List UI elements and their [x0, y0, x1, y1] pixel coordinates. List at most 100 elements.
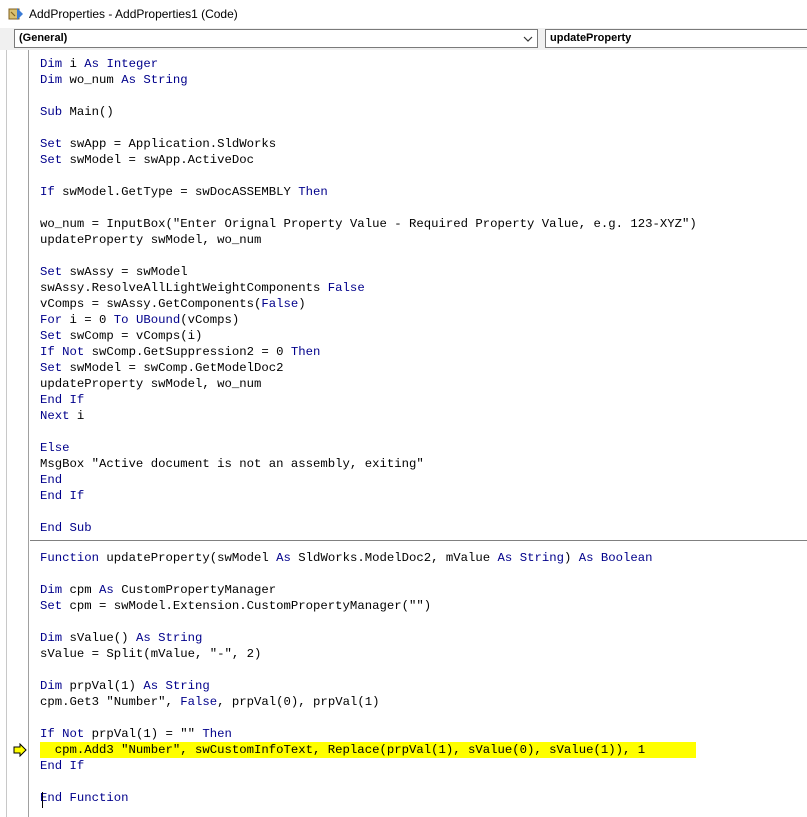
code-line[interactable]: Dim cpm As CustomPropertyManager — [40, 582, 276, 598]
code-line[interactable]: If swModel.GetType = swDocASSEMBLY Then — [40, 184, 328, 200]
code-keyword: Set — [40, 329, 63, 343]
code-keyword: End — [40, 791, 63, 805]
code-text: sValue = Split(mValue, "-", 2) — [40, 647, 262, 661]
execution-point-arrow-icon — [13, 743, 27, 757]
code-line[interactable]: Dim i As Integer — [40, 56, 158, 72]
code-line[interactable]: End If — [40, 488, 84, 504]
code-line[interactable]: updateProperty swModel, wo_num — [40, 376, 261, 392]
code-text: vComps = swAssy.GetComponents( — [40, 297, 262, 311]
code-keyword: Dim — [40, 679, 63, 693]
vba-project-icon — [8, 6, 24, 22]
code-keyword: As — [497, 551, 513, 565]
code-line[interactable]: vComps = swAssy.GetComponents(False) — [40, 296, 306, 312]
code-line[interactable]: End — [40, 472, 62, 488]
code-line[interactable]: If Not prpVal(1) = "" Then — [40, 726, 232, 742]
code-line[interactable]: Set swModel = swComp.GetModelDoc2 — [40, 360, 284, 376]
code-text: SldWorks.ModelDoc2, mValue — [290, 551, 498, 565]
gutter-divider — [6, 50, 7, 817]
code-keyword: As — [578, 551, 594, 565]
code-keyword: String — [158, 631, 203, 645]
code-keyword: To — [113, 313, 129, 327]
window-title: AddProperties - AddProperties1 (Code) — [29, 7, 238, 21]
code-keyword: Sub — [69, 521, 92, 535]
code-keyword: String — [143, 73, 188, 87]
object-dropdown-value: (General) — [19, 32, 68, 44]
code-line[interactable]: Next i — [40, 408, 84, 424]
code-line[interactable]: updateProperty swModel, wo_num — [40, 232, 261, 248]
code-pane[interactable]: Dim i As Integer Dim wo_num As String Sub … — [30, 50, 807, 817]
code-line[interactable]: Set swModel = swApp.ActiveDoc — [40, 152, 254, 168]
code-keyword: Not — [62, 345, 85, 359]
code-text: sValue() — [62, 631, 136, 645]
code-line[interactable]: Else — [40, 440, 70, 456]
code-line[interactable]: Set swAssy = swModel — [40, 264, 188, 280]
code-keyword: Function — [40, 551, 100, 565]
code-keyword: If — [69, 489, 85, 503]
caret — [42, 792, 43, 808]
code-window-toolbar: (General) updateProperty — [0, 28, 807, 50]
code-line[interactable]: sValue = Split(mValue, "-", 2) — [40, 646, 261, 662]
code-text: swComp = vComps(i) — [62, 329, 203, 343]
code-line[interactable]: Set cpm = swModel.Extension.CustomProper… — [40, 598, 431, 614]
code-line[interactable]: End Function — [40, 790, 129, 806]
code-keyword: As — [143, 679, 159, 693]
code-text: wo_num = InputBox("Enter Orignal Propert… — [40, 217, 697, 231]
code-text: ) — [563, 551, 579, 565]
code-text: , prpVal(0), prpVal(1) — [217, 695, 380, 709]
code-keyword: Then — [290, 345, 321, 359]
code-text: i — [62, 57, 85, 71]
code-line[interactable]: Set swComp = vComps(i) — [40, 328, 202, 344]
code-text: Main() — [62, 105, 114, 119]
code-line[interactable]: If Not swComp.GetSuppression2 = 0 Then — [40, 344, 320, 360]
code-text: swApp = Application.SldWorks — [62, 137, 277, 151]
code-keyword: Dim — [40, 57, 63, 71]
code-keyword: UBound — [135, 313, 181, 327]
code-line[interactable]: Function updateProperty(swModel As SldWo… — [40, 550, 653, 566]
code-keyword: End — [40, 759, 63, 773]
code-text: ) — [298, 297, 306, 311]
code-text: cpm — [62, 583, 100, 597]
code-line[interactable]: Sub Main() — [40, 104, 114, 120]
procedure-dropdown[interactable]: updateProperty — [545, 29, 807, 48]
code-keyword: Dim — [40, 631, 63, 645]
code-line[interactable]: End If — [40, 758, 84, 774]
code-line[interactable]: wo_num = InputBox("Enter Orignal Propert… — [40, 216, 697, 232]
code-text: prpVal(1) — [62, 679, 144, 693]
object-dropdown[interactable]: (General) — [14, 29, 538, 48]
code-keyword: Then — [202, 727, 232, 741]
chevron-down-icon[interactable] — [522, 30, 534, 47]
code-line[interactable]: Set swApp = Application.SldWorks — [40, 136, 276, 152]
code-line[interactable]: For i = 0 To UBound(vComps) — [40, 312, 239, 328]
code-keyword: Integer — [106, 57, 159, 71]
code-keyword: False — [180, 695, 218, 709]
code-line[interactable]: End If — [40, 392, 84, 408]
code-keyword: Boolean — [600, 551, 653, 565]
code-line[interactable]: Dim wo_num As String — [40, 72, 188, 88]
code-text: MsgBox "Active document is not an assemb… — [40, 457, 424, 471]
code-keyword: Else — [40, 441, 70, 455]
code-text: swComp.GetSuppression2 = 0 — [84, 345, 291, 359]
code-editor[interactable]: Dim i As Integer Dim wo_num As String Sub … — [0, 50, 807, 817]
code-keyword: Set — [40, 361, 63, 375]
margin-indicator-bar[interactable] — [0, 50, 29, 817]
code-line[interactable]: MsgBox "Active document is not an assemb… — [40, 456, 424, 472]
code-line[interactable]: cpm.Get3 "Number", False, prpVal(0), prp… — [40, 694, 379, 710]
code-keyword: Dim — [40, 583, 63, 597]
window-titlebar[interactable]: AddProperties - AddProperties1 (Code) — [0, 0, 807, 28]
code-line[interactable]: swAssy.ResolveAllLightWeightComponents F… — [40, 280, 365, 296]
code-keyword: False — [327, 281, 365, 295]
code-keyword: As — [135, 631, 151, 645]
code-text: swModel = swComp.GetModelDoc2 — [62, 361, 284, 375]
code-text: cpm.Get3 "Number", — [40, 695, 181, 709]
code-line[interactable]: End Sub — [40, 520, 92, 536]
code-line[interactable]: Dim sValue() As String — [40, 630, 202, 646]
code-line-current[interactable]: cpm.Add3 "Number", swCustomInfoText, Rep… — [40, 742, 645, 758]
code-text: swModel = swApp.ActiveDoc — [62, 153, 255, 167]
code-keyword: Then — [298, 185, 328, 199]
code-line[interactable]: Dim prpVal(1) As String — [40, 678, 210, 694]
